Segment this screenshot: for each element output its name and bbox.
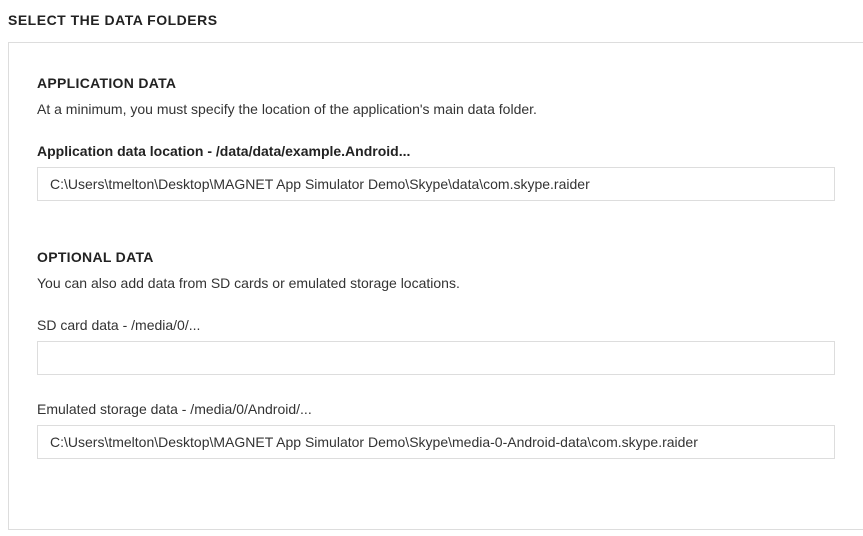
optional-data-section: OPTIONAL DATA You can also add data from… xyxy=(37,249,835,459)
sd-card-data-input[interactable] xyxy=(37,341,835,375)
application-data-description: At a minimum, you must specify the locat… xyxy=(37,101,835,117)
optional-data-description: You can also add data from SD cards or e… xyxy=(37,275,835,291)
section-divider xyxy=(37,201,835,249)
field-divider xyxy=(37,375,835,401)
page-title: SELECT THE DATA FOLDERS xyxy=(0,0,863,42)
application-data-location-label: Application data location - /data/data/e… xyxy=(37,143,835,159)
emulated-storage-data-label: Emulated storage data - /media/0/Android… xyxy=(37,401,835,417)
application-data-heading: APPLICATION DATA xyxy=(37,75,835,91)
main-panel: APPLICATION DATA At a minimum, you must … xyxy=(8,42,863,530)
application-data-section: APPLICATION DATA At a minimum, you must … xyxy=(37,75,835,201)
optional-data-heading: OPTIONAL DATA xyxy=(37,249,835,265)
emulated-storage-data-input[interactable] xyxy=(37,425,835,459)
sd-card-data-label: SD card data - /media/0/... xyxy=(37,317,835,333)
application-data-location-input[interactable] xyxy=(37,167,835,201)
